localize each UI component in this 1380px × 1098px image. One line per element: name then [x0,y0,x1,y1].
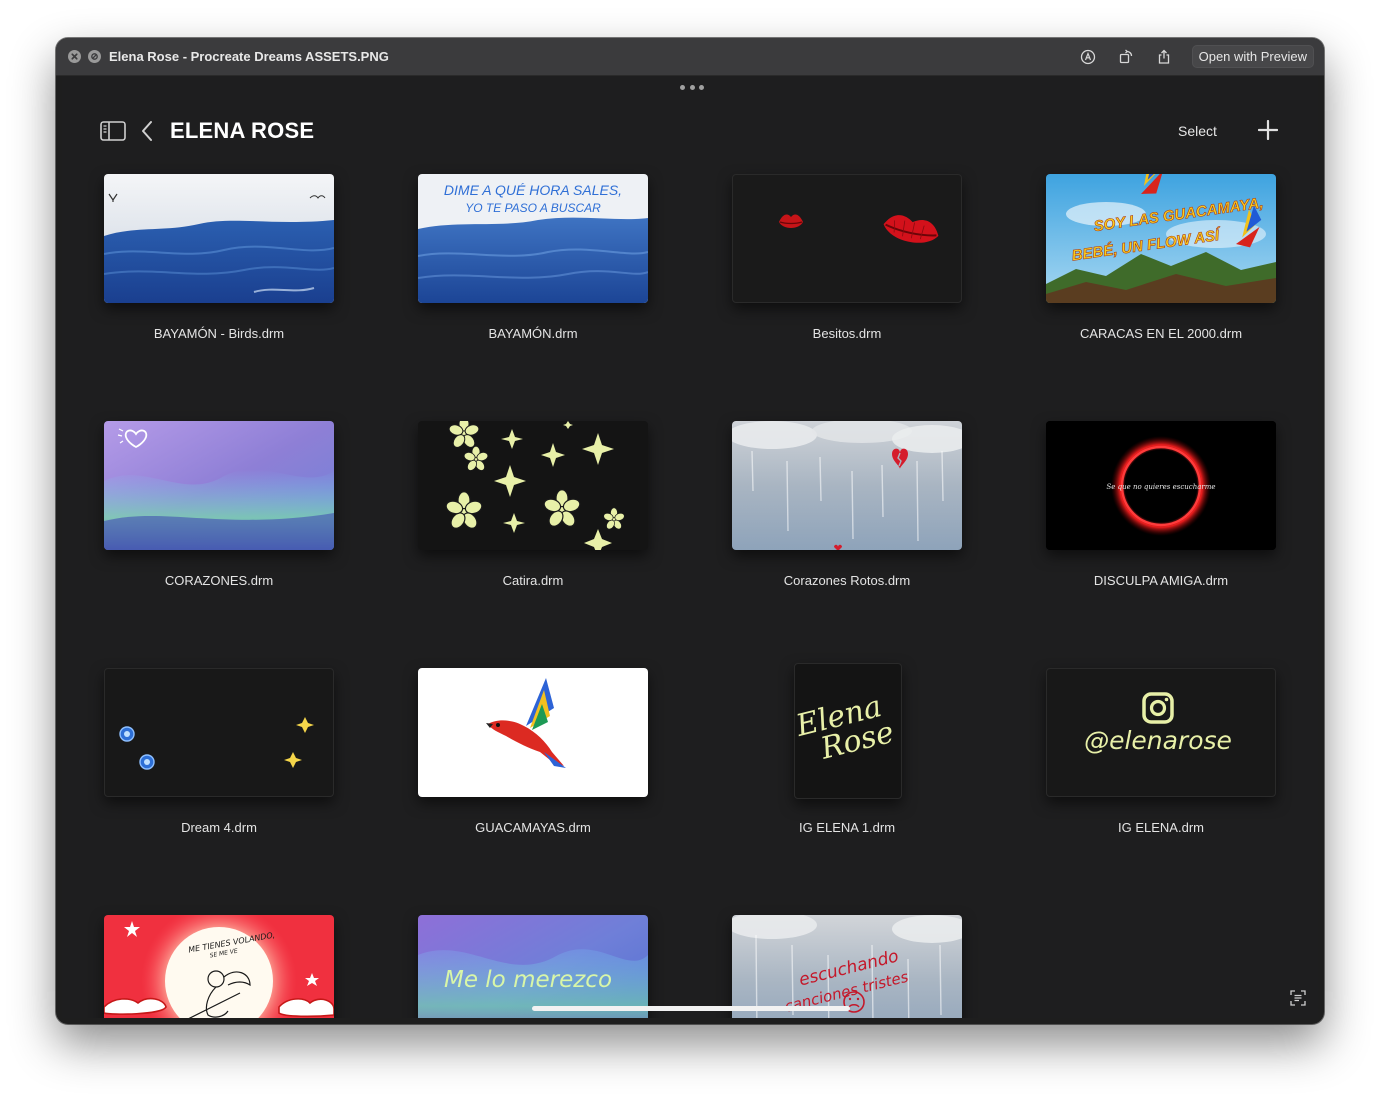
thumbnail[interactable] [418,668,648,797]
share-icon [1158,49,1169,64]
thumbnail[interactable]: Se que no quieres escucharme [1046,421,1276,550]
live-text-icon [1290,990,1306,1006]
sidebar-icon [100,121,126,141]
back-button[interactable] [134,120,160,142]
markup-button[interactable] [1078,47,1098,67]
art-text: Me lo merezco [444,967,612,993]
file-name: GUACAMAYAS.drm [475,820,591,835]
close-button[interactable] [68,50,81,63]
minimize-button[interactable] [88,50,101,63]
art-text: YO TE PASO A BUSCAR [465,201,601,215]
file-name: DISCULPA AMIGA.drm [1093,573,1229,588]
home-indicator[interactable] [532,1006,850,1011]
close-icon [71,53,78,60]
select-button[interactable]: Select [1178,123,1217,139]
share-button[interactable] [1154,47,1174,67]
file-name: Corazones Rotos.drm [783,573,911,588]
file-name: Dream 4.drm [181,820,257,835]
thumbnail[interactable] [104,174,334,303]
thumbnail[interactable] [418,421,648,550]
title-bar: Elena Rose - Procreate Dreams ASSETS.PNG… [56,38,1324,76]
folder-title: ELENA ROSE [170,118,315,143]
thumbnail[interactable]: SOY LAS GUACAMAYA, BEBÉ, UN FLOW ASÍ [1046,174,1276,303]
art-text: DIME A QUÉ HORA SALES, [444,182,622,198]
plus-icon [1257,119,1279,141]
thumbnail[interactable]: Elena Rose [794,663,902,799]
thumbnail[interactable]: @elenarose [1046,668,1276,797]
file-name: BAYAMÓN - Birds.drm [153,326,285,341]
instagram-icon [1142,692,1174,724]
thumbnail[interactable]: DIME A QUÉ HORA SALES, YO TE PASO A BUSC… [418,174,648,303]
file-name: CARACAS EN EL 2000.drm [1079,326,1243,341]
rotate-icon [1119,49,1132,63]
file-name: IG ELENA 1.drm [798,820,896,835]
markup-icon [1080,49,1095,64]
file-name: IG ELENA.drm [1118,820,1204,835]
thumbnail[interactable]: ME TIENES VOLANDO, SE ME VE [104,915,334,1018]
multitasking-dots[interactable] [680,85,704,91]
rotate-button[interactable] [1116,47,1136,67]
document-browser: ELENA ROSE Select BAYAMÓN - Birds.drm DI… [62,76,1318,1018]
live-text-button[interactable] [1290,990,1306,1006]
thumbnail[interactable] [104,668,334,797]
thumbnail[interactable] [104,421,334,550]
preview-window: Elena Rose - Procreate Dreams ASSETS.PNG… [56,38,1324,1024]
file-name: Catira.drm [502,573,564,588]
open-with-preview-button[interactable]: Open with Preview [1191,45,1314,68]
window-title: Elena Rose - Procreate Dreams ASSETS.PNG [109,49,389,64]
thumbnail[interactable] [732,421,962,550]
sidebar-toggle-button[interactable] [100,120,126,142]
file-name: BAYAMÓN.drm [488,326,578,341]
art-text: @elenarose [1084,726,1232,755]
sparkle-decorations [119,717,314,770]
thumbnail[interactable]: Me lo merezco [418,915,648,1018]
file-name: Besitos.drm [812,326,882,341]
disabled-icon [91,53,98,60]
art-text: Se que no quieres escucharme [1106,483,1215,491]
thumbnail[interactable]: escuchando canciones tristes [732,915,962,1018]
new-file-button[interactable] [1257,119,1279,141]
macaw-illustration [486,678,566,768]
thumbnail[interactable] [732,174,962,303]
file-name: CORAZONES.drm [164,573,274,588]
chevron-left-icon [142,121,152,141]
nav-bar: ELENA ROSE [100,118,314,144]
